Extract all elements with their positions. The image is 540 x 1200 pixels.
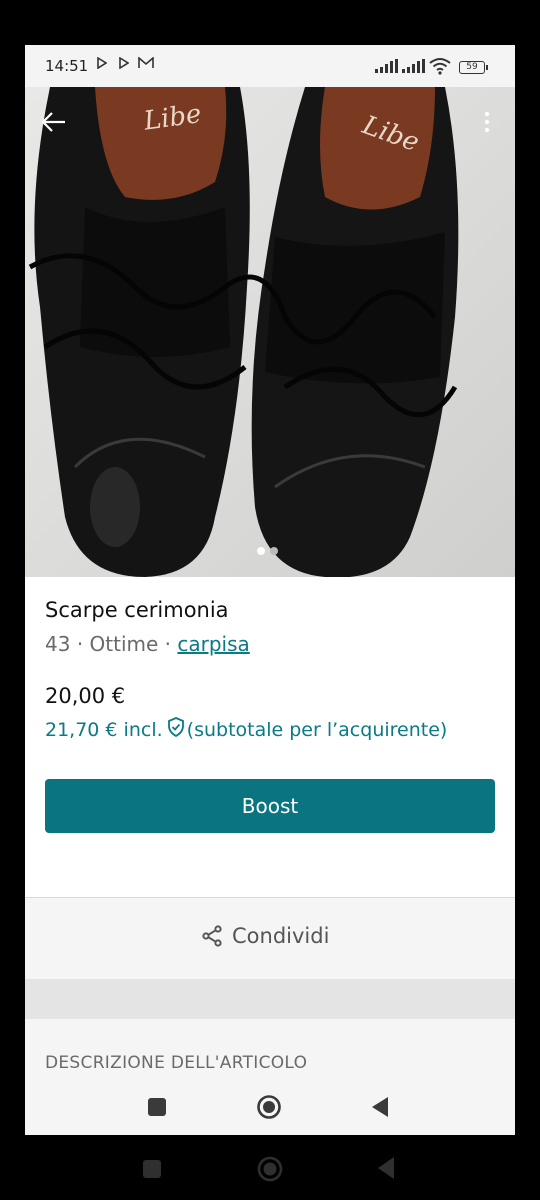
battery-icon: 59	[459, 61, 488, 74]
signal-icon	[402, 59, 425, 73]
share-section: Condividi	[25, 898, 515, 979]
circle-home-icon	[257, 1095, 281, 1119]
triangle-back-icon	[372, 1097, 388, 1117]
back-arrow-icon	[41, 112, 65, 132]
item-price: 20,00 €	[45, 684, 126, 708]
signal-icon	[375, 59, 398, 73]
wifi-icon	[429, 57, 451, 79]
system-nav-bar	[25, 1085, 515, 1135]
square-icon	[143, 1160, 161, 1178]
description-heading: DESCRIZIONE DELL'ARTICOLO	[45, 1053, 308, 1073]
more-vert-icon	[484, 111, 490, 133]
shoes-image: Libe Libe	[28, 87, 459, 577]
recents-button[interactable]	[142, 1159, 162, 1183]
item-meta: 43 · Ottime · carpisa	[45, 632, 250, 656]
status-bar: 14:51 59	[25, 45, 515, 87]
play-icon	[119, 56, 130, 73]
share-label: Condividi	[232, 924, 330, 948]
section-spacer	[25, 979, 515, 1019]
outer-nav-bar	[0, 1140, 540, 1200]
photo-pagination	[257, 547, 278, 555]
buyer-price-note: (subtotale per l’acquirente)	[186, 718, 448, 741]
item-title: Scarpe cerimonia	[45, 598, 229, 622]
meta-separator: ·	[76, 632, 84, 656]
back-button[interactable]	[39, 107, 69, 137]
home-button[interactable]	[256, 1094, 282, 1124]
buyer-price-info[interactable]: 21,70 € incl. (subtotale per l’acquirent…	[45, 717, 447, 742]
back-nav-button[interactable]	[370, 1096, 390, 1122]
triangle-back-icon	[378, 1157, 394, 1179]
more-options-button[interactable]	[477, 107, 497, 137]
buyer-price-amount: 21,70 € incl.	[45, 718, 163, 741]
shield-check-icon	[167, 717, 185, 742]
meta-separator: ·	[164, 632, 172, 656]
mail-icon	[138, 56, 154, 73]
recents-button[interactable]	[147, 1097, 167, 1121]
share-button[interactable]: Condividi	[200, 924, 329, 948]
home-button[interactable]	[256, 1155, 284, 1187]
play-icon	[97, 56, 108, 73]
item-condition: Ottime	[89, 632, 159, 656]
status-time: 14:51	[45, 57, 89, 75]
share-icon	[202, 925, 222, 947]
item-size: 43	[45, 632, 71, 656]
square-icon	[148, 1098, 166, 1116]
circle-home-icon	[257, 1156, 283, 1182]
app-screen: 14:51 59 Libe Libe Scarpe cerimonia 43 ·…	[25, 45, 515, 1135]
item-photo[interactable]: Libe Libe	[25, 87, 515, 577]
pagination-dot[interactable]	[270, 547, 278, 555]
back-nav-button[interactable]	[376, 1156, 396, 1184]
boost-button[interactable]: Boost	[45, 779, 495, 833]
pagination-dot-active[interactable]	[257, 547, 265, 555]
item-brand-link[interactable]: carpisa	[177, 632, 249, 656]
